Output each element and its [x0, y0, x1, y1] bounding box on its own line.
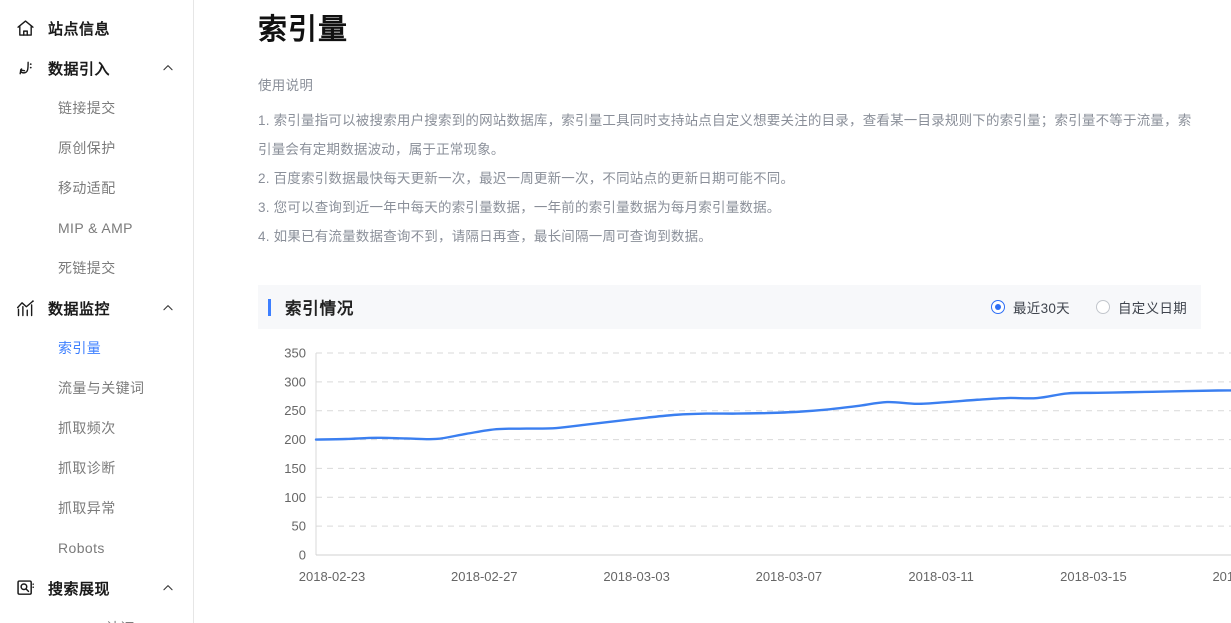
sidebar-item-mip-amp[interactable]: MIP & AMP — [0, 208, 193, 248]
sidebar-item-robots[interactable]: Robots — [0, 528, 193, 568]
sidebar-item-label: 链接提交 — [58, 98, 116, 118]
data-import-icon — [14, 57, 36, 79]
main-inner: 索引量 使用说明 1. 索引量指可以被搜索用户搜索到的网站数据库，索引量工具同时… — [194, 6, 1231, 605]
page-title: 索引量 — [258, 6, 1201, 48]
svg-text:2018-02-27: 2018-02-27 — [451, 569, 518, 584]
card-title: 索引情况 — [285, 295, 991, 319]
usage-list: 1. 索引量指可以被搜索用户搜索到的网站数据库，索引量工具同时支持站点自定义想要… — [258, 106, 1201, 251]
usage-item: 2. 百度索引数据最快每天更新一次，最迟一周更新一次，不同站点的更新日期可能不同… — [258, 164, 1201, 193]
svg-text:150: 150 — [284, 461, 306, 476]
sidebar-item-label: 抓取异常 — [58, 498, 116, 518]
svg-text:200: 200 — [284, 432, 306, 447]
page-root: 站点信息 数据引入 链接提交 原创保护 移动适配 MIP & AMP — [0, 0, 1231, 623]
sidebar-item-crawl-errors[interactable]: 抓取异常 — [0, 488, 193, 528]
sidebar-group-label: 搜索展现 — [48, 578, 161, 599]
svg-text:0: 0 — [299, 548, 306, 563]
search-box-icon — [14, 577, 36, 599]
accent-bar — [268, 299, 271, 316]
chevron-up-icon[interactable] — [161, 301, 175, 315]
home-icon — [14, 17, 36, 39]
sidebar-item-label: 移动适配 — [58, 178, 116, 198]
sidebar-item-label: 流量与关键词 — [58, 378, 144, 398]
sidebar-item-label: HTTPS认证 — [58, 618, 135, 623]
sidebar-group-data-import[interactable]: 数据引入 — [0, 48, 193, 88]
radio-label: 自定义日期 — [1118, 297, 1187, 317]
main-content: 索引量 使用说明 1. 索引量指可以被搜索用户搜索到的网站数据库，索引量工具同时… — [194, 0, 1231, 623]
sidebar-item-label: 抓取诊断 — [58, 458, 116, 478]
svg-text:100: 100 — [284, 490, 306, 505]
index-volume-chart[interactable]: 0 50 100 150 200 250 300 350 2018-02-23 2018-02-2… — [258, 345, 1201, 605]
radio-dot-icon — [1096, 300, 1110, 314]
chart-svg: 0 50 100 150 200 250 300 350 2018-02-23 2018-02-2… — [258, 345, 1231, 595]
svg-text:2018-03-07: 2018-03-07 — [756, 569, 823, 584]
radio-label: 最近30天 — [1013, 297, 1070, 317]
sidebar-item-crawl-diagnosis[interactable]: 抓取诊断 — [0, 448, 193, 488]
sidebar-item-dead-link-submit[interactable]: 死链提交 — [0, 248, 193, 288]
svg-text:250: 250 — [284, 403, 306, 418]
sidebar-item-label: MIP & AMP — [58, 220, 133, 236]
sidebar-group-label: 数据引入 — [48, 58, 161, 79]
sidebar-item-label: 原创保护 — [58, 138, 116, 158]
sidebar-item-label: 死链提交 — [58, 258, 116, 278]
usage-item: 引量会有定期数据波动，属于正常现象。 — [258, 135, 1201, 164]
index-status-card: 索引情况 最近30天 自定义日期 0501001502002503003502 — [258, 285, 1201, 605]
sidebar-group-data-monitoring[interactable]: 数据监控 — [0, 288, 193, 328]
sidebar-group-label: 站点信息 — [48, 18, 175, 39]
usage-item: 1. 索引量指可以被搜索用户搜索到的网站数据库，索引量工具同时支持站点自定义想要… — [258, 106, 1201, 135]
chart-bars-icon — [14, 297, 36, 319]
radio-custom-date[interactable]: 自定义日期 — [1096, 297, 1187, 317]
svg-text:2018-03-03: 2018-03-03 — [603, 569, 670, 584]
sidebar-item-https-certification[interactable]: HTTPS认证 — [0, 608, 193, 623]
date-range-radio-group: 最近30天 自定义日期 — [991, 297, 1187, 317]
sidebar-item-mobile-adaptation[interactable]: 移动适配 — [0, 168, 193, 208]
sidebar-item-original-protection[interactable]: 原创保护 — [0, 128, 193, 168]
sidebar-item-crawl-frequency[interactable]: 抓取频次 — [0, 408, 193, 448]
svg-text:300: 300 — [284, 374, 306, 389]
sidebar-item-link-submit[interactable]: 链接提交 — [0, 88, 193, 128]
chevron-up-icon[interactable] — [161, 581, 175, 595]
sidebar-group-search-presentation[interactable]: 搜索展现 — [0, 568, 193, 608]
sidebar-item-label: 索引量 — [58, 338, 101, 358]
sidebar-item-index-volume[interactable]: 索引量 — [0, 328, 193, 368]
radio-dot-icon — [991, 300, 1005, 314]
sidebar: 站点信息 数据引入 链接提交 原创保护 移动适配 MIP & AMP — [0, 0, 194, 623]
svg-text:50: 50 — [292, 519, 306, 534]
sidebar-group-label: 数据监控 — [48, 298, 161, 319]
svg-text:350: 350 — [284, 346, 306, 361]
svg-text:2018-03-11: 2018-03-11 — [908, 569, 974, 584]
chevron-up-icon[interactable] — [161, 61, 175, 75]
sidebar-item-label: Robots — [58, 540, 105, 556]
svg-text:2018-02-23: 2018-02-23 — [299, 569, 366, 584]
sidebar-item-label: 抓取频次 — [58, 418, 116, 438]
radio-last-30-days[interactable]: 最近30天 — [991, 297, 1070, 317]
usage-heading: 使用说明 — [258, 74, 1201, 94]
svg-text:2018-03-19: 2018-03-19 — [1212, 569, 1231, 584]
usage-item: 4. 如果已有流量数据查询不到，请隔日再查，最长间隔一周可查询到数据。 — [258, 222, 1201, 251]
card-header: 索引情况 最近30天 自定义日期 — [258, 285, 1201, 329]
sidebar-group-site-info[interactable]: 站点信息 — [0, 8, 193, 48]
svg-text:2018-03-15: 2018-03-15 — [1060, 569, 1127, 584]
sidebar-item-traffic-keywords[interactable]: 流量与关键词 — [0, 368, 193, 408]
usage-item: 3. 您可以查询到近一年中每天的索引量数据，一年前的索引量数据为每月索引量数据。 — [258, 193, 1201, 222]
